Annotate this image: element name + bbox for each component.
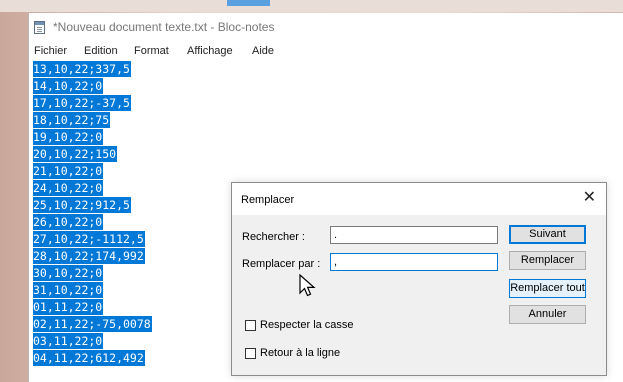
text-line: 18,10,22;75	[33, 112, 111, 128]
mouse-pointer-icon	[299, 274, 316, 297]
replace-dialog: Remplacer ✕ Rechercher : Remplacer par :…	[231, 182, 607, 376]
dialog-title: Remplacer	[241, 194, 295, 206]
menu-edition[interactable]: Edition	[84, 45, 118, 57]
text-line: 27,10,22;-1112,5	[33, 231, 145, 247]
menu-fichier[interactable]: Fichier	[34, 45, 67, 57]
notepad-icon	[34, 21, 45, 34]
text-line: 01,11,22;0	[33, 299, 104, 315]
replace-label: Remplacer par :	[242, 258, 321, 270]
find-label: Rechercher :	[242, 231, 305, 243]
text-line: 21,10,22;0	[33, 163, 104, 179]
text-line: 13,10,22;337,5	[33, 61, 131, 77]
text-line: 14,10,22;0	[33, 78, 104, 94]
text-line: 24,10,22;0	[33, 180, 104, 196]
background-window-strip	[0, 0, 623, 12]
match-case-label: Respecter la casse	[260, 319, 354, 331]
text-line: 04,11,22;612,492	[33, 350, 145, 366]
text-line: 30,10,22;0	[33, 265, 104, 281]
text-line: 26,10,22;0	[33, 214, 104, 230]
find-input[interactable]	[330, 226, 498, 244]
menu-bar: Fichier Edition Format Affichage Aide	[29, 43, 623, 61]
menu-format[interactable]: Format	[134, 45, 169, 57]
text-line: 31,10,22;0	[33, 282, 104, 298]
wrap-around-checkbox[interactable]	[245, 348, 256, 359]
replace-input[interactable]	[330, 253, 498, 271]
text-line: 20,10,22;150	[33, 146, 118, 162]
title-bar[interactable]: *Nouveau document texte.txt - Bloc-notes	[29, 13, 623, 43]
text-line: 17,10,22;-37,5	[33, 95, 131, 111]
text-line: 19,10,22;0	[33, 129, 104, 145]
cancel-button[interactable]: Annuler	[509, 305, 586, 324]
wrap-around-label: Retour à la ligne	[260, 347, 341, 359]
replace-all-button[interactable]: Remplacer tout	[509, 279, 586, 298]
text-line: 28,10,22;174,992	[33, 248, 145, 264]
text-line: 25,10,22;912,5	[33, 197, 131, 213]
text-line: 02,11,22;-75,0078	[33, 316, 152, 332]
menu-aide[interactable]: Aide	[252, 45, 274, 57]
match-case-checkbox[interactable]	[245, 320, 256, 331]
replace-button[interactable]: Remplacer	[509, 251, 586, 270]
close-icon[interactable]: ✕	[583, 190, 596, 206]
window-title: *Nouveau document texte.txt - Bloc-notes	[53, 20, 275, 34]
dialog-title-bar[interactable]: Remplacer ✕	[232, 183, 606, 215]
next-button[interactable]: Suivant	[509, 225, 586, 244]
background-tab	[227, 0, 270, 6]
text-line: 03,11,22;0	[33, 333, 104, 349]
menu-affichage[interactable]: Affichage	[187, 45, 233, 57]
